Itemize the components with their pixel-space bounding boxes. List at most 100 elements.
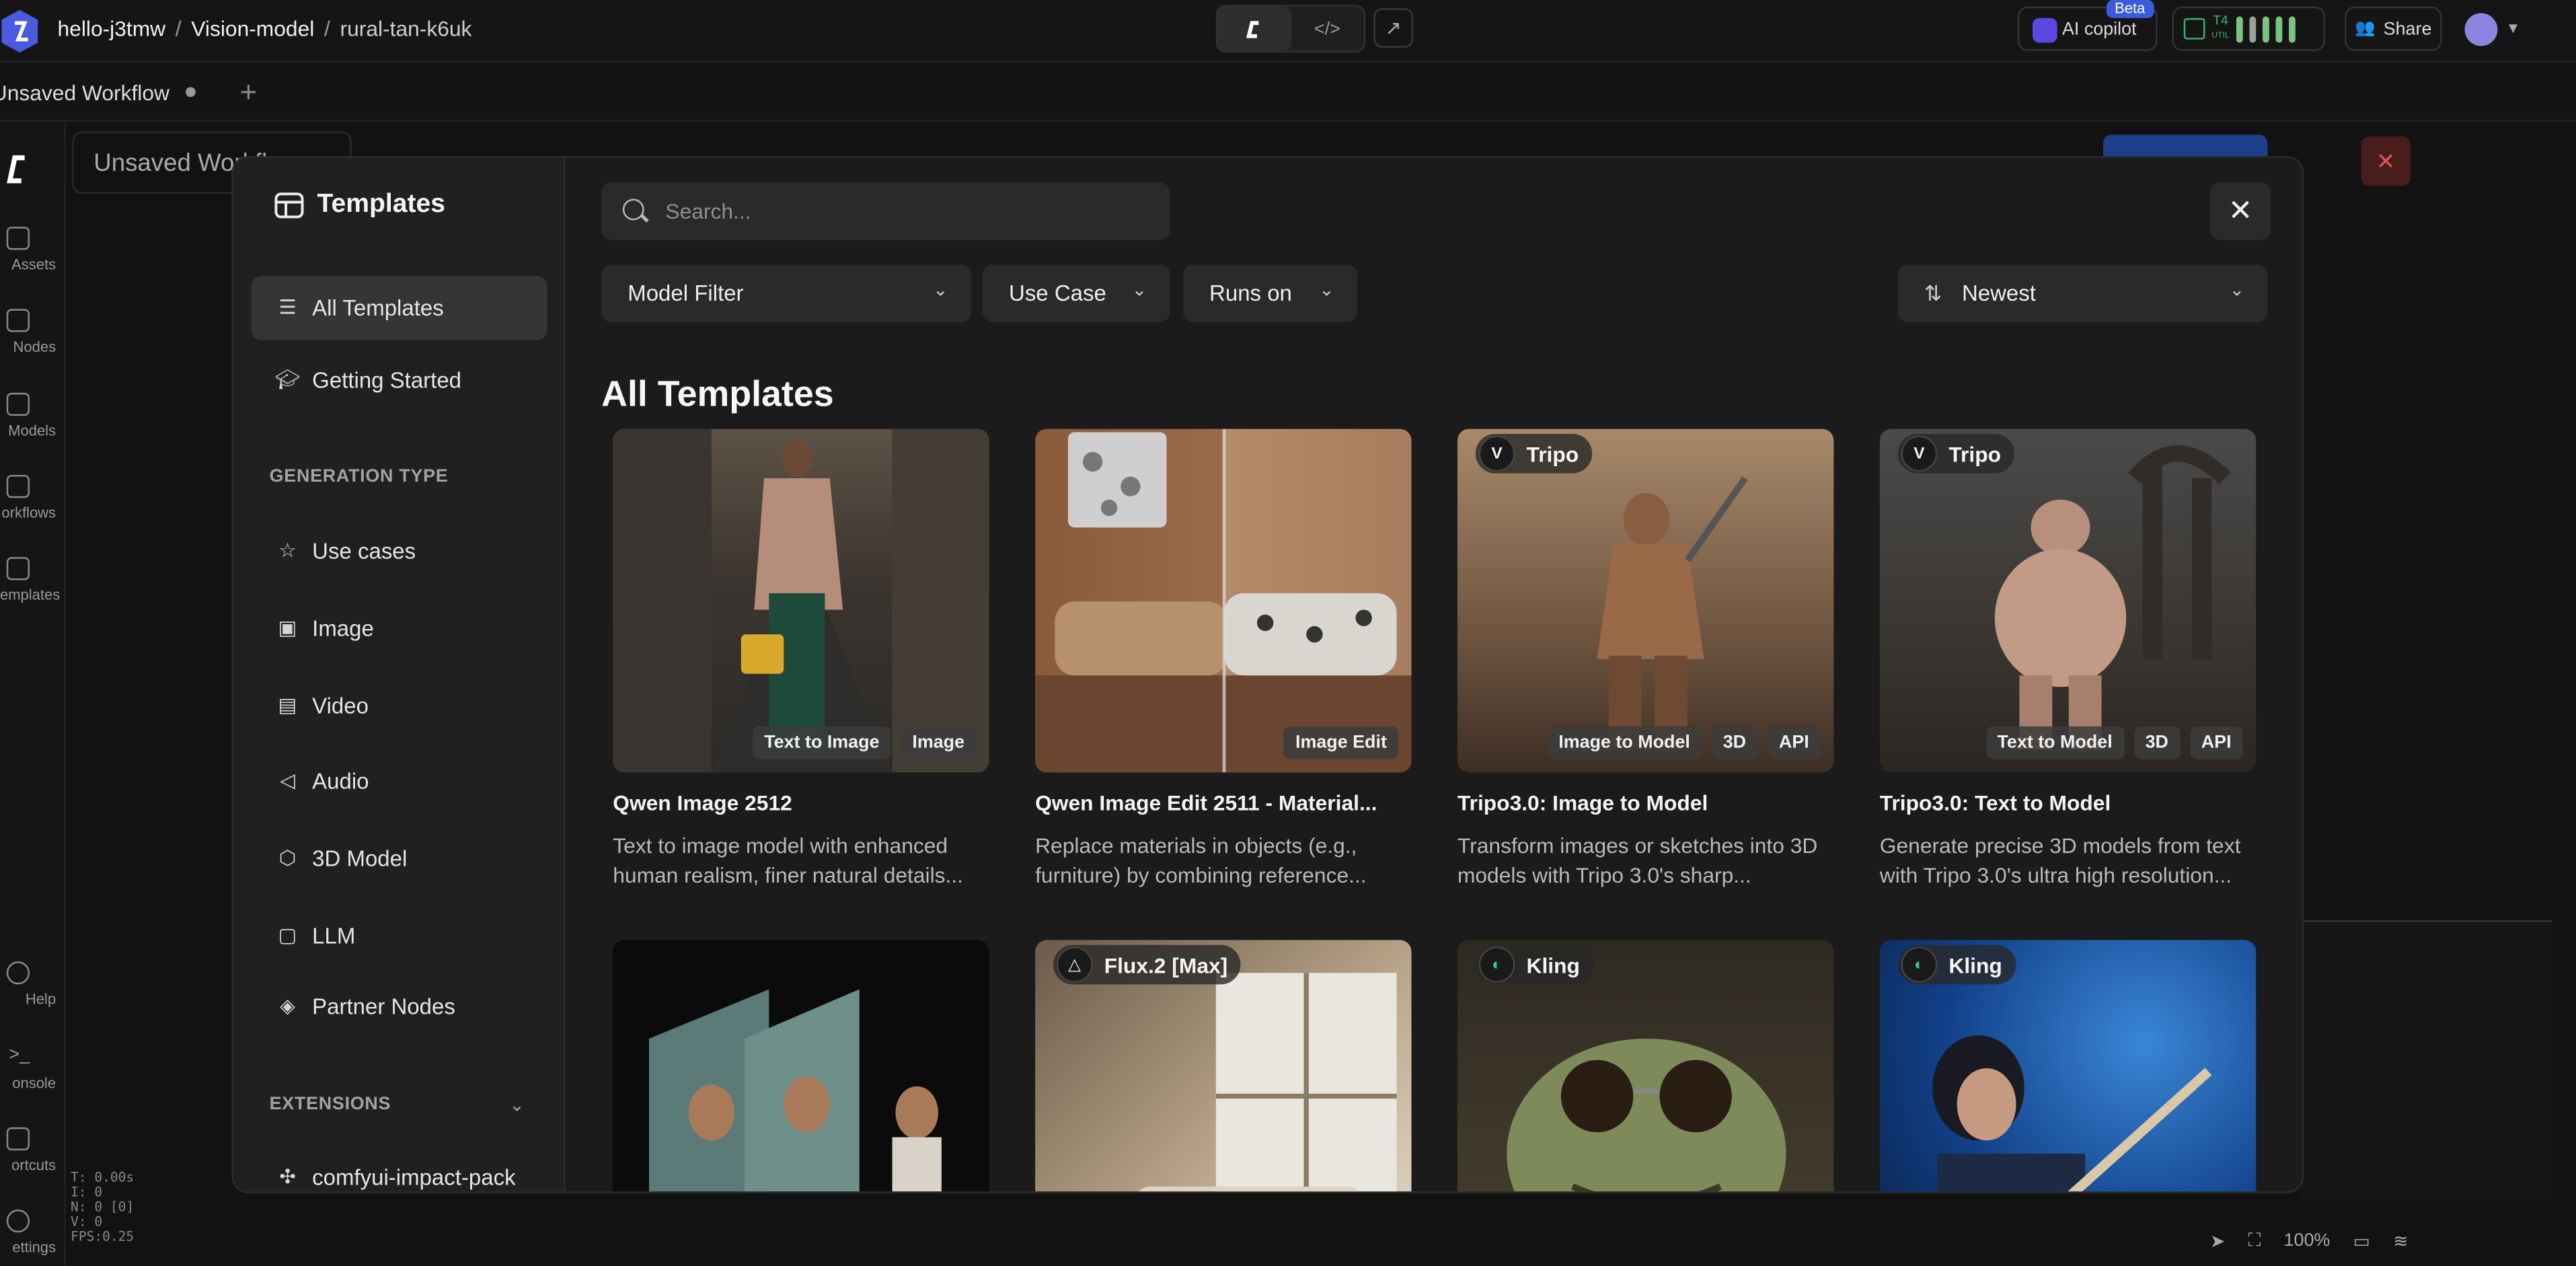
nav-label: Image	[312, 616, 374, 641]
template-title[interactable]: Tripo3.0: Image to Model	[1457, 790, 1833, 815]
rail-item-console[interactable]: >_ onsole	[0, 1045, 66, 1091]
template-thumbnail[interactable]: △ Flux.2 [Max]	[1035, 940, 1412, 1192]
nav-use-cases[interactable]: ☆ Use cases	[252, 519, 547, 583]
template-thumbnail[interactable]: V Tripo Image to Model 3D API	[1457, 429, 1834, 773]
rail-label: orkflows	[1, 505, 56, 521]
breadcrumb: hello-j3tmw / Vision-model / rural-tan-k…	[58, 16, 472, 41]
template-thumbnail[interactable]: ◐ Kling	[1457, 940, 1834, 1192]
brand-name: Kling	[1948, 952, 2002, 977]
generation-type-heading: GENERATION TYPE	[269, 466, 449, 487]
avatar[interactable]	[2464, 13, 2498, 46]
sofa-photo-icon	[1035, 429, 1412, 773]
template-thumbnail[interactable]: Text to Image Image	[613, 429, 989, 773]
rail-item-workflows[interactable]: orkflows	[0, 475, 66, 521]
nav-all-templates[interactable]: ☰ All Templates	[251, 276, 547, 340]
templates-content: Search... ✕ Model Filter ⌄ Use Case ⌄ Ru…	[565, 158, 2302, 1192]
nav-label: Getting Started	[312, 368, 462, 393]
runs-on-dropdown[interactable]: Runs on ⌄	[1182, 264, 1357, 322]
nav-llm[interactable]: ▢ LLM	[252, 904, 547, 968]
list-icon: ☰	[278, 295, 297, 319]
nav-label: Partner Nodes	[312, 994, 455, 1019]
stop-icon[interactable]: ✕	[2361, 136, 2411, 186]
sort-dropdown[interactable]: ⇅ Newest ⌄	[1897, 264, 2268, 322]
badge-icon: ◈	[280, 994, 295, 1018]
template-thumbnail[interactable]: ◐ Kling	[1879, 940, 2257, 1192]
rail-item-templates[interactable]: emplates	[0, 557, 66, 603]
code-mode-button[interactable]: </>	[1291, 7, 1364, 51]
console-icon: >_	[9, 1045, 30, 1066]
comfy-icon	[1246, 20, 1259, 38]
nav-extension-impact-pack[interactable]: ✣ comfyui-impact-pack	[252, 1146, 547, 1191]
model-filter-dropdown[interactable]: Model Filter ⌄	[601, 264, 971, 322]
tag-list: Image Edit	[1283, 726, 1398, 759]
nav-partner-nodes[interactable]: ◈ Partner Nodes	[252, 975, 547, 1039]
breadcrumb-workspace[interactable]: hello-j3tmw	[58, 16, 166, 41]
open-external-button[interactable]: ↗	[1373, 8, 1413, 48]
gpu-monitor[interactable]: T4 UTIL	[2172, 6, 2325, 51]
tab-unsaved-workflow[interactable]: Unsaved Workflow	[0, 63, 230, 122]
breadcrumb-project[interactable]: Vision-model	[191, 16, 314, 41]
gpu-chip-icon	[2183, 17, 2205, 40]
star-icon: ☆	[278, 539, 297, 562]
filter-label: Use Case	[1009, 281, 1106, 306]
rail-item-models[interactable]: Models	[0, 392, 66, 439]
gpu-bar	[2275, 15, 2282, 42]
link-visibility-icon[interactable]: ≋	[2393, 1230, 2409, 1251]
pointer-icon[interactable]: ➤	[2210, 1230, 2226, 1251]
code-icon: </>	[1314, 19, 1340, 39]
image-icon: ▣	[278, 616, 297, 640]
minimap-icon[interactable]: ▭	[2353, 1230, 2370, 1251]
graph-mode-button[interactable]	[1217, 6, 1291, 51]
tag: 3D	[1711, 726, 1758, 759]
nav-label: Video	[312, 693, 369, 718]
templates-modal: Templates ☰ All Templates 🎓︎ Getting Sta…	[231, 156, 2304, 1193]
nav-video[interactable]: ▤ Video	[252, 674, 547, 738]
extensions-heading: EXTENSIONS	[269, 1094, 391, 1115]
template-title[interactable]: Tripo3.0: Text to Model	[1880, 790, 2256, 815]
template-thumbnail[interactable]	[613, 940, 989, 1192]
breadcrumb-workflow[interactable]: rural-tan-k6uk	[340, 16, 472, 41]
rail-item-assets[interactable]: Assets	[0, 227, 66, 273]
gpu-util-label: UTIL	[2211, 31, 2230, 42]
add-tab-button[interactable]: +	[240, 75, 258, 110]
close-modal-button[interactable]: ✕	[2209, 182, 2271, 240]
nav-getting-started[interactable]: 🎓︎ Getting Started	[252, 348, 547, 412]
gpu-bar	[2236, 15, 2243, 42]
use-case-dropdown[interactable]: Use Case ⌄	[982, 264, 1170, 322]
template-thumbnail[interactable]: V Tripo Text to Model 3D API	[1879, 429, 2257, 773]
nav-image[interactable]: ▣ Image	[252, 597, 547, 661]
mode-switcher: </>	[1215, 5, 1366, 53]
chevron-down-icon: ⌄	[1319, 281, 1334, 301]
stat-time: T: 0.00s	[71, 1170, 135, 1185]
gear-icon	[6, 1209, 30, 1233]
template-title[interactable]: Qwen Image 2512	[613, 790, 989, 815]
chevron-down-icon[interactable]: ▼	[2506, 20, 2521, 36]
unsaved-dot-icon	[186, 87, 196, 98]
nav-3d-model[interactable]: ⬡ 3D Model	[252, 827, 547, 891]
rail-item-shortcuts[interactable]: ortcuts	[0, 1127, 66, 1173]
fit-view-icon[interactable]: ⛶	[2248, 1230, 2261, 1252]
rail-item-nodes[interactable]: Nodes	[0, 309, 66, 355]
rail-label: Models	[8, 422, 56, 439]
chevron-down-icon[interactable]: ⌄	[509, 1094, 525, 1115]
template-thumbnail[interactable]: Image Edit	[1035, 429, 1412, 773]
graduation-cap-icon: 🎓︎	[274, 368, 301, 392]
zoom-level[interactable]: 100%	[2284, 1231, 2331, 1251]
gpu-bar	[2288, 15, 2296, 42]
copilot-label: AI copilot	[2061, 19, 2137, 39]
rail-item-help[interactable]: Help	[0, 961, 66, 1008]
help-icon	[6, 961, 30, 985]
tag: Image to Model	[1547, 726, 1702, 759]
nav-audio[interactable]: ◁ Audio	[252, 749, 547, 813]
copilot-icon	[2032, 17, 2057, 43]
app-logo-icon[interactable]	[0, 8, 40, 54]
template-title[interactable]: Qwen Image Edit 2511 - Material...	[1035, 790, 1411, 815]
brand-name: Kling	[1526, 952, 1580, 977]
nav-label: Use cases	[312, 539, 416, 564]
comfy-logo-icon	[7, 155, 25, 184]
share-button[interactable]: 👥 Share	[2345, 6, 2442, 51]
rail-label: Nodes	[13, 338, 56, 355]
rail-item-settings[interactable]: ettings	[0, 1209, 66, 1255]
search-input[interactable]: Search...	[601, 182, 1170, 240]
zoom-controls[interactable]: ➤ ⛶ 100% ▭ ≋	[2193, 1216, 2546, 1265]
